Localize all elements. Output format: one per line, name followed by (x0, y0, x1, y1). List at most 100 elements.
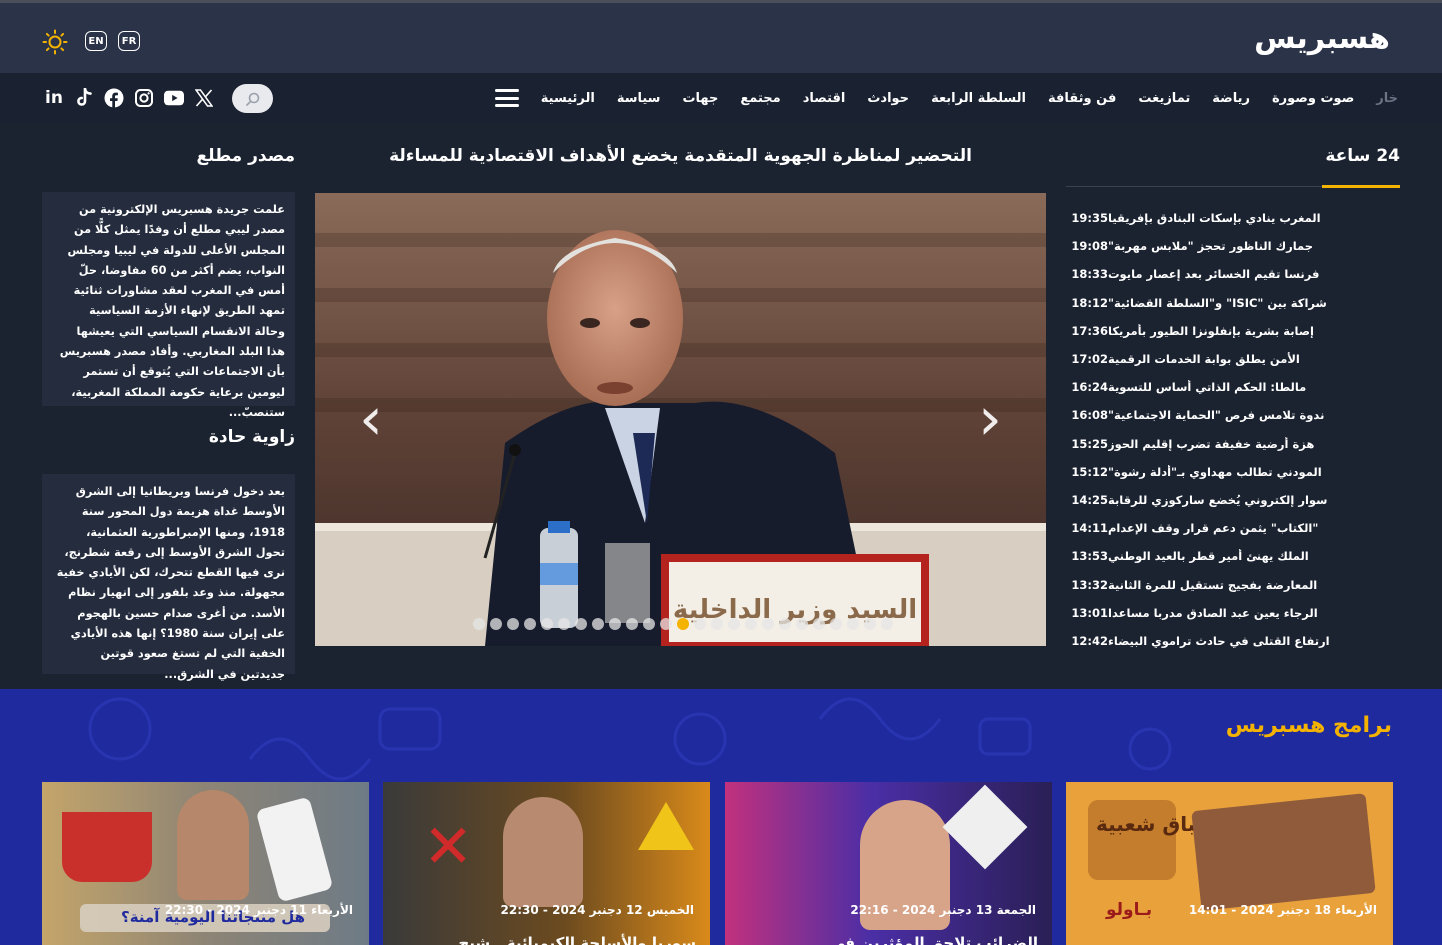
program-card-3-photo (503, 797, 583, 907)
slider-dot[interactable] (507, 618, 519, 630)
slider-dot[interactable] (694, 618, 706, 630)
slider-dot[interactable] (473, 618, 485, 630)
menu-icon[interactable] (494, 89, 519, 107)
news-headline[interactable]: الأمن يطلق بوابة الخدمات الرقمية (1108, 352, 1310, 366)
slider-dot[interactable] (728, 618, 740, 630)
linkedin-icon[interactable]: in (44, 88, 64, 108)
slider-dot[interactable] (762, 618, 774, 630)
programs-title: برامج هسبريس (1225, 713, 1392, 738)
news-time: 16:24 (1071, 380, 1108, 395)
news-headline[interactable]: المودني تطالب مهداوي بـ"أدلة رشوة" (1108, 465, 1332, 479)
news-headline[interactable]: المعارضة بفجيج تستقيل للمرة الثانية (1108, 578, 1327, 592)
news-headline[interactable]: إصابة بشرية بإنفلونزا الطيور بأمريكا (1108, 324, 1324, 338)
news-headline[interactable]: الملك يهنئ أمير قطر بالعيد الوطني (1108, 549, 1319, 563)
nav-item-incidents[interactable]: حوادث (867, 91, 909, 106)
nav-item-society[interactable]: مجتمع (740, 91, 780, 106)
nav-item-culture[interactable]: فن وثقافة (1048, 91, 1116, 106)
news-item[interactable]: 19:08 جمارك الناظور تحجز "ملابس مهربة" (1066, 232, 1400, 260)
slider-dot[interactable] (558, 618, 570, 630)
tiktok-icon[interactable] (74, 88, 94, 108)
search-button[interactable] (232, 84, 273, 113)
news-headline[interactable]: سوار إلكتروني يُخضع ساركوزي للرقابة (1108, 493, 1337, 507)
nav-item-media[interactable]: صوت وصورة (1272, 91, 1354, 106)
slider-dot[interactable] (864, 618, 876, 630)
instagram-icon[interactable] (134, 88, 154, 108)
news-item[interactable]: 15:12 المودني تطالب مهداوي بـ"أدلة رشوة" (1066, 458, 1400, 486)
news-headline[interactable]: ارتفاع القتلى في حادث تراموي البيضاء (1108, 634, 1340, 648)
slider-dot[interactable] (592, 618, 604, 630)
news-headline[interactable]: جمارك الناظور تحجز "ملابس مهربة" (1108, 239, 1323, 253)
top-header: هسبريس EN FR (0, 0, 1442, 73)
next-slide-button[interactable]: › (972, 389, 1008, 449)
slider-dot[interactable] (626, 618, 638, 630)
hazard-icon (638, 802, 694, 850)
news-headline[interactable]: شراكة بين "ISIC" و"السلطة القضائية" (1108, 296, 1337, 310)
news-item[interactable]: 14:11 "الكتاب" يثمن دعم قرار وقف الإعدام (1066, 514, 1400, 542)
hero-photo: السيد وزير الداخلية (315, 193, 1046, 646)
nav-item-home[interactable]: الرئيسية (541, 91, 595, 106)
angle-box[interactable]: بعد دخول فرنسا وبريطانيا إلى الشرق الأوس… (42, 474, 295, 681)
source-box[interactable]: علمت جريدة هسبريس الإلكترونية من مصدر لي… (42, 192, 295, 419)
nav-item-tamazight[interactable]: تمازيغت (1138, 91, 1190, 106)
slider-dot[interactable] (643, 618, 655, 630)
slider-dot[interactable] (490, 618, 502, 630)
news-headline[interactable]: الرجاء يعين عبد الصادق مدربا مساعدا (1108, 606, 1328, 620)
slider-dot[interactable] (711, 618, 723, 630)
news-item[interactable]: 18:33 فرنسا تقيم الخسائر بعد إعصار مايوت (1066, 260, 1400, 288)
program-card-3[interactable]: ✕ الخميس 12 دجنبر 2024 - 22:30 سوريا وال… (383, 782, 710, 945)
slider-dot[interactable] (541, 618, 553, 630)
facebook-icon[interactable] (104, 88, 124, 108)
program-card-3-title: سوريا والأسلحة الكيميائية.. شبح (458, 934, 696, 945)
news-item[interactable]: 13:32 المعارضة بفجيج تستقيل للمرة الثانية (1066, 570, 1400, 598)
lang-fr-button[interactable]: FR (118, 31, 140, 51)
news-item[interactable]: 13:01 الرجاء يعين عبد الصادق مدربا مساعدا (1066, 599, 1400, 627)
slider-dot[interactable] (830, 618, 842, 630)
program-card-2[interactable]: الجمعة 13 دجنبر 2024 - 22:16 الضرائب تلا… (725, 782, 1052, 945)
slider-dot[interactable] (779, 618, 791, 630)
news-item[interactable]: 17:36 إصابة بشرية بإنفلونزا الطيور بأمريك… (1066, 317, 1400, 345)
slider-dot[interactable] (609, 618, 621, 630)
news-headline[interactable]: "الكتاب" يثمن دعم قرار وقف الإعدام (1108, 521, 1328, 535)
news-item[interactable]: 16:08 ندوة تلامس فرص "الحماية الاجتماعية" (1066, 401, 1400, 429)
slider-dot[interactable] (813, 618, 825, 630)
slider-dot[interactable] (575, 618, 587, 630)
slider-pagination (473, 618, 893, 630)
slider-dot[interactable] (524, 618, 536, 630)
slider-dot[interactable] (745, 618, 757, 630)
news-headline[interactable]: مالطا: الحكم الذاتي أساس للتسوية (1108, 380, 1316, 394)
slider-dot[interactable] (847, 618, 859, 630)
youtube-icon[interactable] (164, 88, 184, 108)
nav-item-economy[interactable]: اقتصاد (803, 91, 846, 106)
news-item[interactable]: 16:24 مالطا: الحكم الذاتي أساس للتسوية (1066, 373, 1400, 401)
nav-item-fourth-power[interactable]: السلطة الرابعة (931, 91, 1026, 106)
program-card-4[interactable]: هل منتجاتنا اليومية آمنة؟ الأربعاء 11 دج… (42, 782, 369, 945)
news-item[interactable]: 12:42 ارتفاع القتلى في حادث تراموي البيضا… (1066, 627, 1400, 655)
news-time: 15:25 (1071, 436, 1108, 451)
hero-headline[interactable]: التحضير لمناظرة الجهوية المتقدمة يخضع ال… (315, 146, 1046, 166)
news-headline[interactable]: هزة أرضية خفيفة تضرب إقليم الحوز (1108, 437, 1324, 451)
news-item[interactable]: 19:35 المغرب ينادي بإسكات البنادق بإفريقي… (1066, 204, 1400, 232)
nav-item-sports[interactable]: رياضة (1212, 91, 1250, 106)
slider-dot[interactable] (660, 618, 672, 630)
site-logo[interactable]: هسبريس (1254, 21, 1391, 56)
slider-dot[interactable] (796, 618, 808, 630)
nav-item-regions[interactable]: جهات (682, 91, 718, 106)
lang-en-button[interactable]: EN (85, 31, 107, 51)
news-item[interactable]: 14:25 سوار إلكتروني يُخضع ساركوزي للرقابة (1066, 486, 1400, 514)
slider-dot[interactable] (677, 618, 689, 630)
program-card-1[interactable]: أطباق شعبية بـاولو الأربعاء 18 دجنبر 202… (1066, 782, 1393, 945)
x-icon[interactable] (194, 88, 214, 108)
news-headline[interactable]: ندوة تلامس فرص "الحماية الاجتماعية" (1108, 408, 1334, 422)
previous-slide-button[interactable]: ‹ (353, 389, 389, 449)
news-item[interactable]: 18:12 شراكة بين "ISIC" و"السلطة القضائية" (1066, 289, 1400, 317)
news-item[interactable]: 13:53 الملك يهنئ أمير قطر بالعيد الوطني (1066, 542, 1400, 570)
news-headline[interactable]: فرنسا تقيم الخسائر بعد إعصار مايوت (1108, 267, 1329, 281)
slider-dot[interactable] (881, 618, 893, 630)
news-item[interactable]: 17:02 الأمن يطلق بوابة الخدمات الرقمية (1066, 345, 1400, 373)
news-headline[interactable]: المغرب ينادي بإسكات البنادق بإفريقيا (1108, 211, 1331, 225)
sun-icon[interactable] (42, 29, 68, 55)
nav-item-abroad[interactable]: خار (1376, 91, 1398, 106)
news-item[interactable]: 15:25 هزة أرضية خفيفة تضرب إقليم الحوز (1066, 430, 1400, 458)
hero-slider[interactable]: السيد وزير الداخلية ‹ › (315, 193, 1046, 646)
nav-item-politics[interactable]: سياسة (617, 91, 661, 106)
